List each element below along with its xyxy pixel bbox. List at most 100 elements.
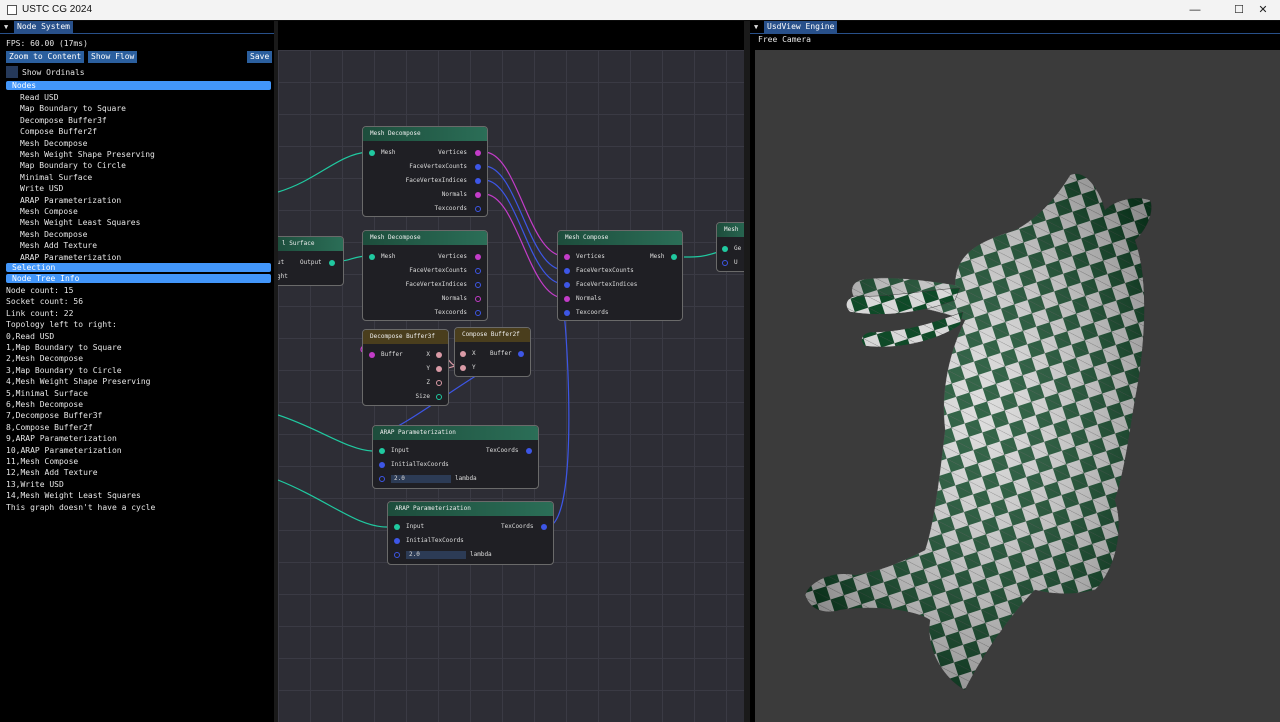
output-pin[interactable] (518, 351, 524, 357)
port-label: FaceVertexIndices (405, 177, 467, 184)
show-ordinals-checkbox[interactable] (6, 66, 18, 78)
output-pin[interactable] (436, 366, 442, 372)
output-pin[interactable] (475, 254, 481, 260)
link-compose-out (683, 251, 719, 258)
node-list-item[interactable]: Minimal Surface (20, 173, 92, 182)
node-list-item[interactable]: Map Boundary to Circle (20, 161, 126, 170)
input-pin[interactable] (379, 462, 385, 468)
output-pin[interactable] (475, 164, 481, 170)
node-title[interactable]: Mesh (717, 223, 744, 237)
camera-mode-label[interactable]: Free Camera (758, 35, 811, 44)
node-title[interactable]: Compose Buffer2f (455, 328, 530, 342)
node-editor-canvas[interactable]: Mesh Decompose Mesh Vertices FaceVertexCo… (278, 50, 744, 722)
output-pin[interactable] (436, 352, 442, 358)
input-pin[interactable] (394, 552, 400, 558)
node-title[interactable]: Decompose Buffer3f (363, 330, 448, 344)
node-system-tab-label[interactable]: Node System (14, 21, 73, 33)
minimize-button[interactable]: — (1178, 0, 1212, 20)
input-pin[interactable] (564, 296, 570, 302)
output-pin[interactable] (671, 254, 677, 260)
output-pin[interactable] (436, 394, 442, 400)
node-list-item[interactable]: Write USD (20, 184, 63, 193)
output-pin[interactable] (475, 150, 481, 156)
input-pin[interactable] (722, 260, 728, 266)
node-system-tab[interactable]: ▼ Node System (0, 21, 274, 33)
cow-front-legs (846, 287, 964, 348)
show-flow-button[interactable]: Show Flow (88, 51, 138, 63)
output-pin[interactable] (436, 380, 442, 386)
input-pin[interactable] (564, 282, 570, 288)
node-arap-parameterization-a[interactable]: ARAP Parameterization Input TexCoords In… (372, 425, 539, 489)
input-pin[interactable] (460, 351, 466, 357)
input-pin[interactable] (379, 476, 385, 482)
output-pin[interactable] (541, 524, 547, 530)
link-facevertexindices (483, 179, 565, 285)
input-pin[interactable] (379, 448, 385, 454)
node-list-item[interactable]: Mesh Decompose (20, 230, 87, 239)
node-title[interactable]: Mesh Compose (558, 231, 682, 245)
output-pin[interactable] (475, 310, 481, 316)
input-pin[interactable] (369, 254, 375, 260)
input-pin[interactable] (394, 524, 400, 530)
input-pin[interactable] (564, 268, 570, 274)
node-list-item[interactable]: Mesh Weight Shape Preserving (20, 150, 155, 159)
node-title[interactable]: Mesh Decompose (363, 127, 487, 141)
input-pin[interactable] (369, 150, 375, 156)
usdview-tab-label[interactable]: UsdView Engine (764, 21, 838, 33)
node-mesh-decompose-b[interactable]: Mesh Decompose Mesh Vertices FaceVertexCo… (362, 230, 488, 321)
output-pin[interactable] (526, 448, 532, 454)
node-compose-buffer2f[interactable]: Compose Buffer2f XY Buffer (454, 327, 531, 377)
3d-viewport[interactable] (755, 50, 1280, 722)
port-label: Vertices (576, 253, 605, 260)
input-pin[interactable] (394, 538, 400, 544)
collapse-arrow-icon[interactable]: ▼ (754, 21, 758, 33)
input-pin[interactable] (369, 352, 375, 358)
output-pin[interactable] (475, 296, 481, 302)
node-list-item[interactable]: Mesh Decompose (20, 139, 87, 148)
node-mesh-decompose-a[interactable]: Mesh Decompose Mesh Vertices FaceVertexCo… (362, 126, 488, 217)
node-list-item[interactable]: ARAP Parameterization (20, 196, 121, 205)
node-tree-info-header[interactable]: Node Tree Info (6, 274, 271, 283)
input-pin[interactable] (564, 254, 570, 260)
node-title[interactable]: ARAP Parameterization (388, 502, 553, 516)
nodes-header[interactable]: Nodes (6, 81, 271, 90)
port-label: Texcoords (576, 309, 609, 316)
node-list-item[interactable]: Map Boundary to Square (20, 104, 126, 113)
collapse-arrow-icon[interactable]: ▼ (4, 21, 8, 33)
selection-header[interactable]: Selection (6, 263, 271, 272)
output-pin[interactable] (475, 192, 481, 198)
input-pin[interactable] (722, 246, 728, 252)
output-pin[interactable] (475, 268, 481, 274)
input-pin[interactable] (460, 365, 466, 371)
output-pin[interactable] (329, 260, 335, 266)
close-button[interactable]: ✕ (1246, 0, 1280, 20)
port-label: Input (406, 523, 425, 530)
output-pin[interactable] (475, 282, 481, 288)
node-list-item[interactable]: Compose Buffer2f (20, 127, 97, 136)
input-pin[interactable] (564, 310, 570, 316)
node-list-item[interactable]: Mesh Compose (20, 207, 78, 216)
link-facevertexcounts (483, 165, 565, 271)
node-mesh-compose[interactable]: Mesh Compose Vertices FaceVertexCounts Fac… (557, 230, 683, 321)
port-label: Y (472, 364, 476, 371)
zoom-to-content-button[interactable]: Zoom to Content (6, 51, 85, 63)
save-button[interactable]: Save (247, 51, 273, 63)
lambda-input[interactable]: 2.0 (406, 551, 466, 559)
node-arap-parameterization-b[interactable]: ARAP Parameterization Input TexCoords In… (387, 501, 554, 565)
node-minimal-surface[interactable]: l Surface ut Output ght (278, 236, 344, 286)
node-list-item[interactable]: Mesh Add Texture (20, 241, 97, 250)
node-list-item[interactable]: ARAP Parameterization (20, 253, 121, 262)
node-mesh-add-texture[interactable]: Mesh Ge U (716, 222, 744, 272)
node-title[interactable]: Mesh Decompose (363, 231, 487, 245)
output-pin[interactable] (475, 178, 481, 184)
output-pin[interactable] (475, 206, 481, 212)
node-title[interactable]: l Surface (278, 237, 343, 251)
usdview-tab[interactable]: ▼ UsdView Engine (750, 21, 1280, 33)
node-list-item[interactable]: Mesh Weight Least Squares (20, 218, 140, 227)
node-decompose-buffer3f[interactable]: Decompose Buffer3f Buffer X Y Z Size (362, 329, 449, 406)
link-vertices (483, 151, 565, 257)
node-list-item[interactable]: Read USD (20, 93, 59, 102)
node-list-item[interactable]: Decompose Buffer3f (20, 116, 107, 125)
lambda-input[interactable]: 2.0 (391, 475, 451, 483)
node-title[interactable]: ARAP Parameterization (373, 426, 538, 440)
